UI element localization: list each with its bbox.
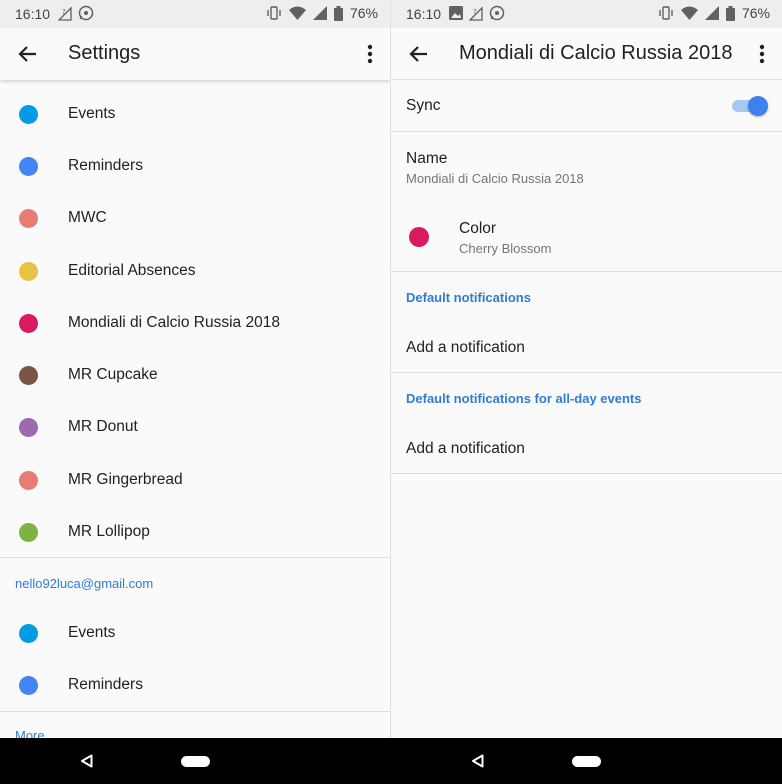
calendar-label: MWC	[68, 209, 107, 226]
calendar-label: Reminders	[68, 157, 143, 174]
section-divider	[391, 271, 782, 272]
svg-text:?: ?	[62, 8, 66, 16]
calendar-color-dot	[19, 261, 38, 281]
no-signal-icon: ?	[58, 5, 72, 21]
toggle-thumb	[748, 96, 768, 116]
overflow-menu-button[interactable]	[748, 40, 776, 68]
calendar-item-mr-donut[interactable]: MR Donut	[0, 401, 390, 453]
calendar-color-dot	[19, 104, 38, 124]
calendar-item-editorial-absences[interactable]: Editorial Absences	[0, 245, 390, 297]
calendar-color-dot	[19, 365, 38, 385]
calendar-color-dot	[19, 675, 38, 695]
more-link[interactable]: More	[15, 728, 45, 738]
vibrate-icon	[658, 5, 674, 21]
system-nav-bar	[0, 738, 390, 784]
calendar-detail-screen: 16:10 ? 76% Mondiali di Calcio Russia 20…	[391, 0, 782, 738]
section-divider	[0, 557, 390, 558]
color-setting[interactable]: Color Cherry Blossom	[391, 210, 782, 266]
settings-screen: 16:10 ? 76% Settings Events Reminders MW…	[0, 0, 390, 738]
back-button[interactable]	[405, 40, 433, 68]
nav-back-icon	[81, 754, 93, 768]
battery-icon	[333, 5, 343, 21]
calendar-color-dot	[19, 208, 38, 228]
calendar-label: MR Donut	[68, 418, 138, 435]
add-notification-button[interactable]: Add a notification	[406, 339, 525, 357]
calendar-item-mr-lollipop[interactable]: MR Lollipop	[0, 506, 390, 558]
overflow-menu-button[interactable]	[356, 40, 384, 68]
nav-back-icon	[472, 754, 484, 768]
name-value: Mondiali di Calcio Russia 2018	[406, 171, 584, 186]
calendar-item-events[interactable]: Events	[0, 88, 390, 140]
status-bar: 16:10 ? 76%	[0, 0, 390, 28]
nav-home-button[interactable]	[572, 756, 601, 767]
section-divider	[391, 372, 782, 373]
calendar-color-dot	[19, 313, 38, 333]
calendar-item-mondiali[interactable]: Mondiali di Calcio Russia 2018	[0, 297, 390, 349]
color-swatch	[409, 227, 429, 247]
nav-back-button[interactable]	[80, 754, 93, 773]
status-time: 16:10	[406, 6, 442, 22]
calendar-label: Events	[68, 624, 116, 641]
wifi-icon	[288, 6, 306, 20]
calendar-label: Mondiali di Calcio Russia 2018	[68, 314, 280, 331]
calendar-color-dot	[19, 623, 38, 643]
name-setting[interactable]: Name Mondiali di Calcio Russia 2018	[391, 140, 782, 192]
svg-text:?: ?	[473, 8, 477, 16]
app-toolbar: Settings	[0, 28, 390, 80]
add-allday-notification-button[interactable]: Add a notification	[406, 440, 525, 458]
account-calendar-item-reminders[interactable]: Reminders	[0, 659, 390, 711]
default-notifications-header: Default notifications	[406, 290, 531, 305]
calendar-label: MR Lollipop	[68, 523, 150, 540]
app-toolbar: Mondiali di Calcio Russia 2018	[391, 28, 782, 80]
color-label: Color	[459, 220, 497, 237]
calendar-label: MR Cupcake	[68, 366, 158, 383]
page-title: Mondiali di Calcio Russia 2018	[459, 42, 733, 64]
section-divider	[391, 473, 782, 474]
vibrate-icon	[266, 5, 282, 21]
arrow-left-icon	[18, 46, 36, 62]
nav-back-button[interactable]	[471, 754, 484, 773]
calendar-color-dot	[19, 470, 38, 490]
image-icon	[449, 6, 463, 20]
account-email: nello92luca@gmail.com	[15, 576, 154, 591]
arrow-left-icon	[409, 46, 427, 62]
calendar-item-reminders[interactable]: Reminders	[0, 140, 390, 192]
calendar-label: Editorial Absences	[68, 262, 196, 279]
more-vert-icon	[367, 44, 373, 64]
nav-home-button[interactable]	[181, 756, 210, 767]
wifi-icon	[680, 6, 698, 20]
status-bar: 16:10 ? 76%	[391, 0, 782, 28]
calendar-color-dot	[19, 522, 38, 542]
account-calendar-item-events[interactable]: Events	[0, 607, 390, 659]
system-nav-bar	[390, 738, 782, 784]
cell-signal-icon	[312, 6, 327, 20]
allday-notifications-header: Default notifications for all-day events	[406, 391, 642, 406]
calendar-label: MR Gingerbread	[68, 471, 183, 488]
sync-toggle[interactable]	[732, 95, 768, 117]
page-title: Settings	[68, 42, 141, 64]
sync-label: Sync	[406, 97, 441, 114]
cell-signal-icon	[704, 6, 719, 20]
back-button[interactable]	[14, 40, 42, 68]
status-time: 16:10	[15, 6, 51, 22]
no-signal-icon: ?	[469, 5, 483, 21]
battery-percent: 76%	[349, 5, 378, 21]
battery-percent: 76%	[741, 5, 770, 21]
more-vert-icon	[759, 44, 765, 64]
section-divider	[391, 131, 782, 132]
calendar-label: Reminders	[68, 676, 143, 693]
calendar-color-dot	[19, 156, 38, 176]
calendar-item-mr-gingerbread[interactable]: MR Gingerbread	[0, 454, 390, 506]
color-value: Cherry Blossom	[459, 241, 552, 256]
name-label: Name	[406, 150, 448, 167]
whatsapp-icon	[78, 5, 94, 21]
calendar-label: Events	[68, 105, 116, 122]
battery-icon	[725, 5, 735, 21]
calendar-item-mr-cupcake[interactable]: MR Cupcake	[0, 349, 390, 401]
section-divider	[0, 711, 390, 712]
whatsapp-icon	[489, 5, 505, 21]
calendar-color-dot	[19, 417, 38, 437]
calendar-item-mwc[interactable]: MWC	[0, 192, 390, 244]
